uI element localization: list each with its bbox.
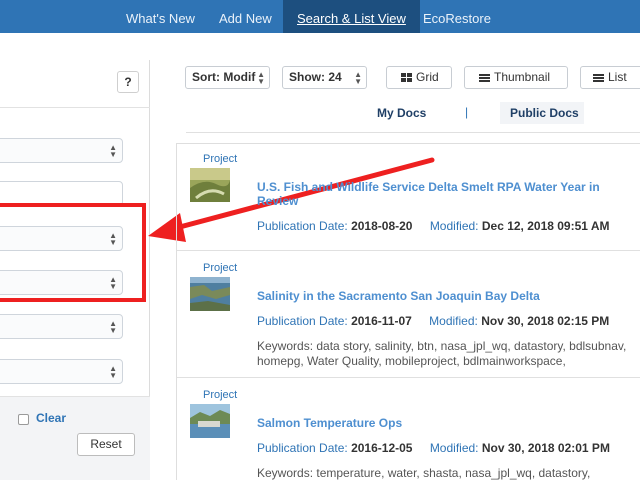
result-keywords: Keywords: temperature, water, shasta, na… — [257, 466, 640, 480]
select-arrows-icon: ▲ ▼ — [257, 70, 265, 86]
sort-label: Sort: Modif — [192, 70, 256, 84]
result-keywords: Keywords: data story, salinity, btn, nas… — [257, 339, 640, 369]
keywords-value: temperature, water, shasta, nasa_jpl_wq,… — [316, 466, 591, 480]
result-thumbnail[interactable] — [190, 168, 230, 202]
pub-date-label: Publication Date: — [257, 314, 348, 328]
grid-icon — [401, 73, 412, 83]
list-label: List — [608, 70, 627, 84]
select-arrows-icon: ▲ ▼ — [354, 70, 362, 86]
list-view-button[interactable]: List — [580, 66, 640, 89]
modified-value: Dec 12, 2018 09:51 AM — [481, 219, 610, 233]
result-thumbnail[interactable] — [190, 277, 230, 311]
result-meta: Publication Date: 2018-08-20 Modified: D… — [257, 219, 610, 233]
keywords-label: Keywords: — [257, 339, 314, 353]
sort-select[interactable]: Sort: Modif ▲ ▼ — [185, 66, 270, 89]
result-title-link[interactable]: Salmon Temperature Ops — [257, 416, 627, 430]
grid-view-button[interactable]: Grid — [386, 66, 452, 89]
result-type-label: Project — [203, 262, 238, 274]
result-type-label: Project — [203, 389, 238, 401]
list-icon — [593, 73, 604, 83]
keywords-value: data story, salinity, btn, nasa_jpl_wq, … — [257, 339, 627, 368]
result-title-link[interactable]: Salinity in the Sacramento San Joaquin B… — [257, 289, 627, 303]
result-divider — [177, 377, 640, 378]
pub-date-value: 2018-08-20 — [351, 219, 413, 233]
modified-label: Modified: — [429, 219, 479, 233]
modified-value: Nov 30, 2018 02:15 PM — [481, 314, 610, 328]
pub-date-label: Publication Date: — [257, 219, 348, 233]
result-thumbnail[interactable] — [190, 404, 230, 438]
show-select[interactable]: Show: 24 ▲ ▼ — [282, 66, 367, 89]
tab-my-docs[interactable]: My Docs — [377, 106, 426, 120]
modified-label: Modified: — [429, 441, 479, 455]
result-title-link[interactable]: U.S. Fish and Wildlife Service Delta Sme… — [257, 180, 627, 208]
result-divider — [177, 250, 640, 251]
doc-tabs-underline — [186, 132, 640, 133]
tab-public-docs[interactable]: Public Docs — [510, 106, 579, 120]
thumbnail-list-icon — [479, 73, 490, 83]
modified-label: Modified: — [429, 314, 478, 328]
thumbnail-label: Thumbnail — [494, 70, 551, 84]
thumbnail-view-button[interactable]: Thumbnail — [464, 66, 568, 89]
keywords-label: Keywords: — [257, 466, 314, 480]
result-meta: Publication Date: 2016-11-07 Modified: N… — [257, 314, 609, 328]
doc-tab-separator: | — [465, 105, 469, 119]
grid-label: Grid — [416, 70, 439, 84]
pub-date-label: Publication Date: — [257, 441, 348, 455]
result-meta: Publication Date: 2016-12-05 Modified: N… — [257, 441, 610, 455]
modified-value: Nov 30, 2018 02:01 PM — [481, 441, 610, 455]
result-type-label: Project — [203, 153, 238, 165]
page: What's New Add New Search & List View Ec… — [0, 0, 640, 480]
pub-date-value: 2016-12-05 — [351, 441, 413, 455]
show-label: Show: 24 — [289, 70, 342, 84]
pub-date-value: 2016-11-07 — [351, 314, 412, 328]
